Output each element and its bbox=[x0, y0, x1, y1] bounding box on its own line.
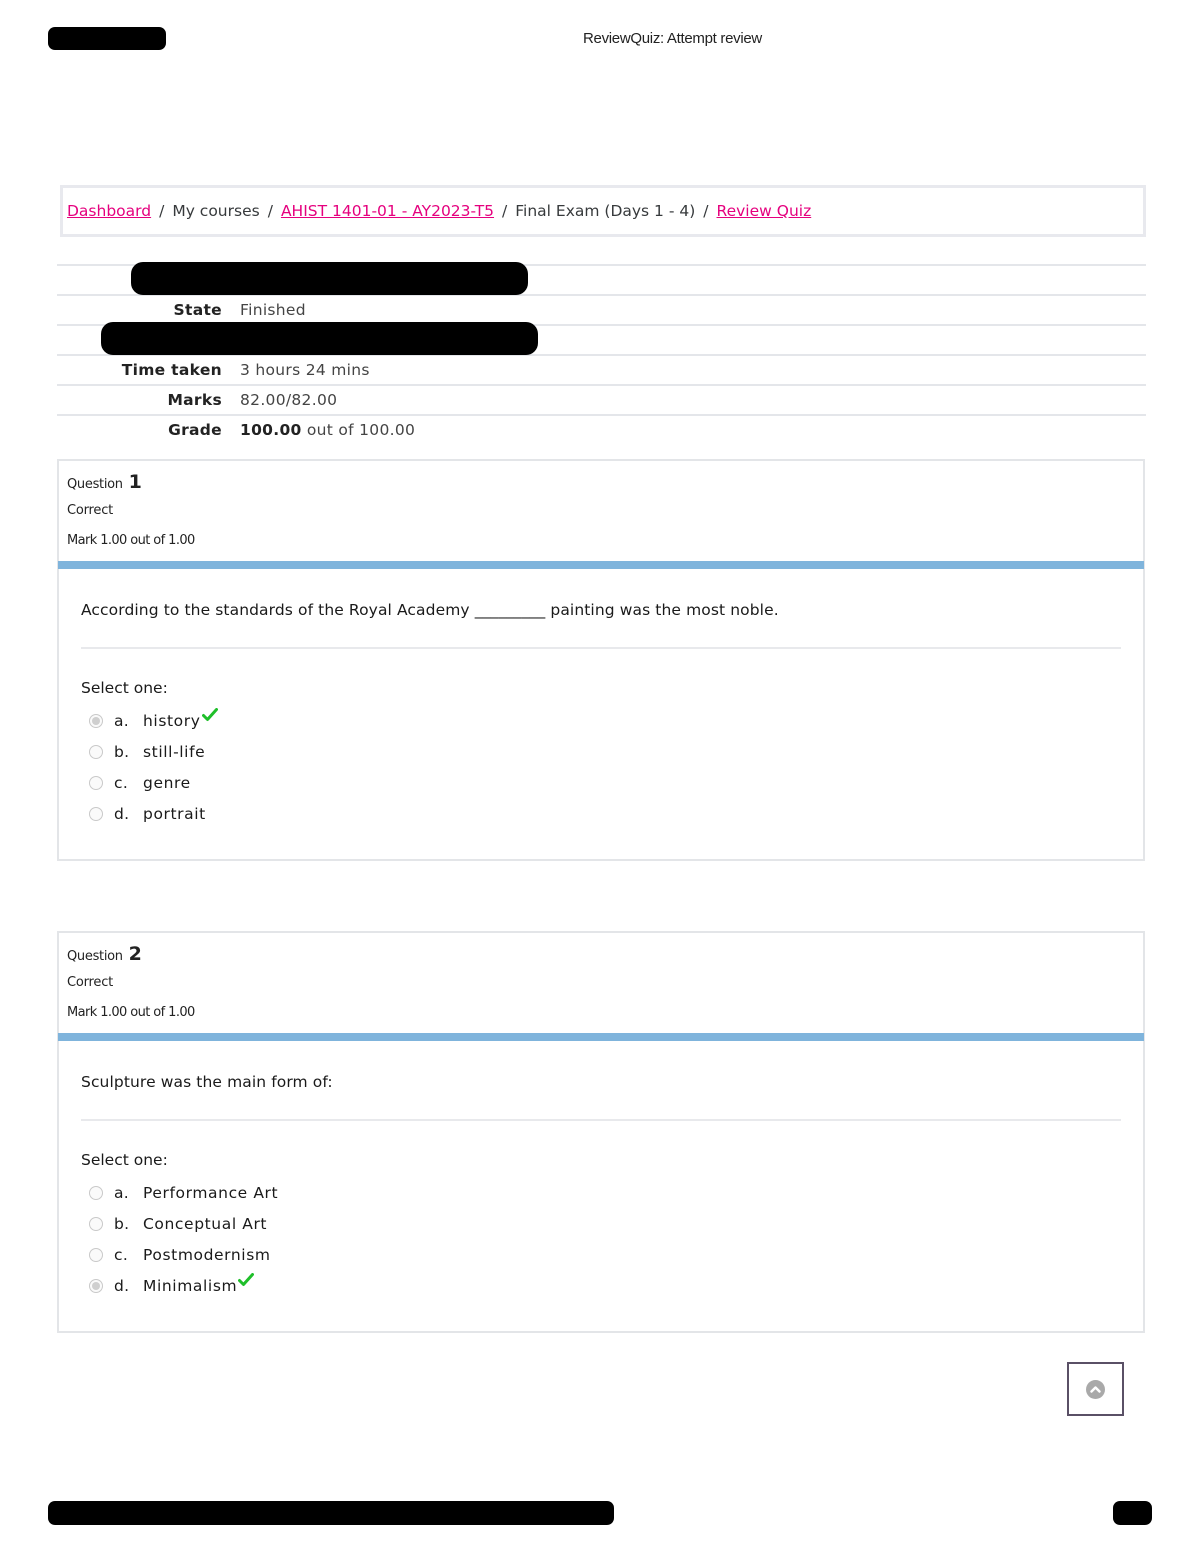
redacted-block bbox=[101, 322, 538, 355]
question-number-value: 1 bbox=[128, 471, 142, 493]
question-number-value: 2 bbox=[128, 943, 142, 965]
question-info: Question 1 Correct Mark 1.00 out of 1.00 bbox=[59, 461, 1143, 561]
answer-text: Conceptual Art bbox=[143, 1214, 268, 1233]
check-icon bbox=[238, 1272, 255, 1287]
answer-option[interactable]: a. Performance Art bbox=[81, 1177, 1121, 1208]
answer-radio[interactable] bbox=[89, 775, 103, 790]
redacted-block bbox=[48, 27, 166, 50]
summary-row-grade: Grade 100.00 out of 100.00 bbox=[57, 414, 1146, 444]
answer-radio[interactable] bbox=[89, 1247, 103, 1262]
summary-row-marks: Marks 82.00/82.00 bbox=[57, 384, 1146, 414]
answer-radio[interactable] bbox=[89, 1216, 103, 1231]
answer-radio[interactable] bbox=[89, 1278, 103, 1293]
answer-radio[interactable] bbox=[89, 806, 103, 821]
question-grade: Mark 1.00 out of 1.00 bbox=[67, 533, 195, 548]
grade-suffix: out of 100.00 bbox=[306, 421, 416, 439]
question-content: According to the standards of the Royal … bbox=[59, 569, 1143, 829]
answer-option[interactable]: b. Conceptual Art bbox=[81, 1208, 1121, 1239]
grade-label: Grade bbox=[168, 421, 222, 439]
breadcrumb-review-quiz[interactable]: Review Quiz bbox=[717, 202, 812, 220]
answer-text: genre bbox=[143, 773, 191, 792]
answer-list: a. history b. still-life c. genre d. por… bbox=[81, 705, 1121, 829]
question-number: Question 1 bbox=[67, 471, 142, 493]
answer-letter: b. bbox=[114, 1214, 130, 1233]
redacted-block bbox=[48, 1501, 614, 1525]
redacted-block bbox=[131, 262, 528, 295]
breadcrumb-separator: / bbox=[267, 202, 273, 220]
question-prefix: Question bbox=[67, 477, 123, 492]
question-number: Question 2 bbox=[67, 943, 142, 965]
print-page-title: ReviewQuiz: Attempt review bbox=[583, 30, 762, 47]
question-card: Question 2 Correct Mark 1.00 out of 1.00… bbox=[57, 931, 1145, 1333]
answer-letter: a. bbox=[114, 1183, 130, 1202]
question-divider-bar bbox=[58, 1033, 1144, 1041]
breadcrumb-dashboard[interactable]: Dashboard bbox=[67, 202, 151, 220]
answer-option[interactable]: c. genre bbox=[81, 767, 1121, 798]
answer-option[interactable]: c. Postmodernism bbox=[81, 1239, 1121, 1270]
chevron-up-icon bbox=[1086, 1379, 1105, 1399]
answer-text: portrait bbox=[143, 804, 206, 823]
breadcrumb-separator: / bbox=[502, 202, 508, 220]
answer-letter: d. bbox=[114, 1276, 130, 1295]
summary-row-time-taken: Time taken 3 hours 24 mins bbox=[57, 354, 1146, 384]
answer-text: Postmodernism bbox=[143, 1245, 271, 1264]
answer-text: Minimalism bbox=[143, 1276, 238, 1295]
question-state: Correct bbox=[67, 503, 114, 518]
breadcrumb: Dashboard / My courses / AHIST 1401-01 -… bbox=[60, 185, 1146, 237]
breadcrumb-separator: / bbox=[159, 202, 165, 220]
marks-label: Marks bbox=[167, 391, 222, 409]
state-value: Finished bbox=[240, 301, 306, 319]
answer-list: a. Performance Art b. Conceptual Art c. … bbox=[81, 1177, 1121, 1301]
answer-radio[interactable] bbox=[89, 1185, 103, 1200]
question-card: Question 1 Correct Mark 1.00 out of 1.00… bbox=[57, 459, 1145, 861]
grade-value: 100.00 out of 100.00 bbox=[240, 421, 415, 439]
answer-letter: c. bbox=[114, 1245, 129, 1264]
question-content: Sculpture was the main form of: Select o… bbox=[59, 1041, 1143, 1301]
answer-letter: b. bbox=[114, 742, 130, 761]
answer-radio[interactable] bbox=[89, 744, 103, 759]
answer-option[interactable]: d. Minimalism bbox=[81, 1270, 1121, 1301]
scroll-to-top-button[interactable] bbox=[1067, 1362, 1124, 1416]
time-taken-value: 3 hours 24 mins bbox=[240, 361, 370, 379]
redacted-block bbox=[1113, 1501, 1152, 1525]
answer-text: history bbox=[143, 711, 201, 730]
grade-score: 100.00 bbox=[240, 421, 302, 439]
check-icon bbox=[201, 707, 218, 722]
answer-option[interactable]: b. still-life bbox=[81, 736, 1121, 767]
answer-letter: a. bbox=[114, 711, 130, 730]
select-one-prompt: Select one: bbox=[81, 679, 168, 697]
answer-option[interactable]: d. portrait bbox=[81, 798, 1121, 829]
question-divider-bar bbox=[58, 561, 1144, 569]
answer-text: Performance Art bbox=[143, 1183, 279, 1202]
question-prefix: Question bbox=[67, 949, 123, 964]
question-text: According to the standards of the Royal … bbox=[81, 569, 1121, 649]
answer-letter: d. bbox=[114, 804, 130, 823]
answer-radio[interactable] bbox=[89, 713, 103, 728]
question-info: Question 2 Correct Mark 1.00 out of 1.00 bbox=[59, 933, 1143, 1033]
state-label: State bbox=[173, 301, 222, 319]
question-state: Correct bbox=[67, 975, 114, 990]
answer-letter: c. bbox=[114, 773, 129, 792]
answer-option[interactable]: a. history bbox=[81, 705, 1121, 736]
answer-text: still-life bbox=[143, 742, 206, 761]
question-grade: Mark 1.00 out of 1.00 bbox=[67, 1005, 195, 1020]
summary-row-state: State Finished bbox=[57, 294, 1146, 324]
breadcrumb-my-courses: My courses bbox=[172, 202, 260, 220]
question-text: Sculpture was the main form of: bbox=[81, 1041, 1121, 1121]
marks-value: 82.00/82.00 bbox=[240, 391, 338, 409]
breadcrumb-separator: / bbox=[703, 202, 709, 220]
time-taken-label: Time taken bbox=[121, 361, 222, 379]
breadcrumb-final-exam: Final Exam (Days 1 - 4) bbox=[515, 202, 696, 220]
breadcrumb-course[interactable]: AHIST 1401-01 - AY2023-T5 bbox=[281, 202, 494, 220]
select-one-prompt: Select one: bbox=[81, 1151, 168, 1169]
